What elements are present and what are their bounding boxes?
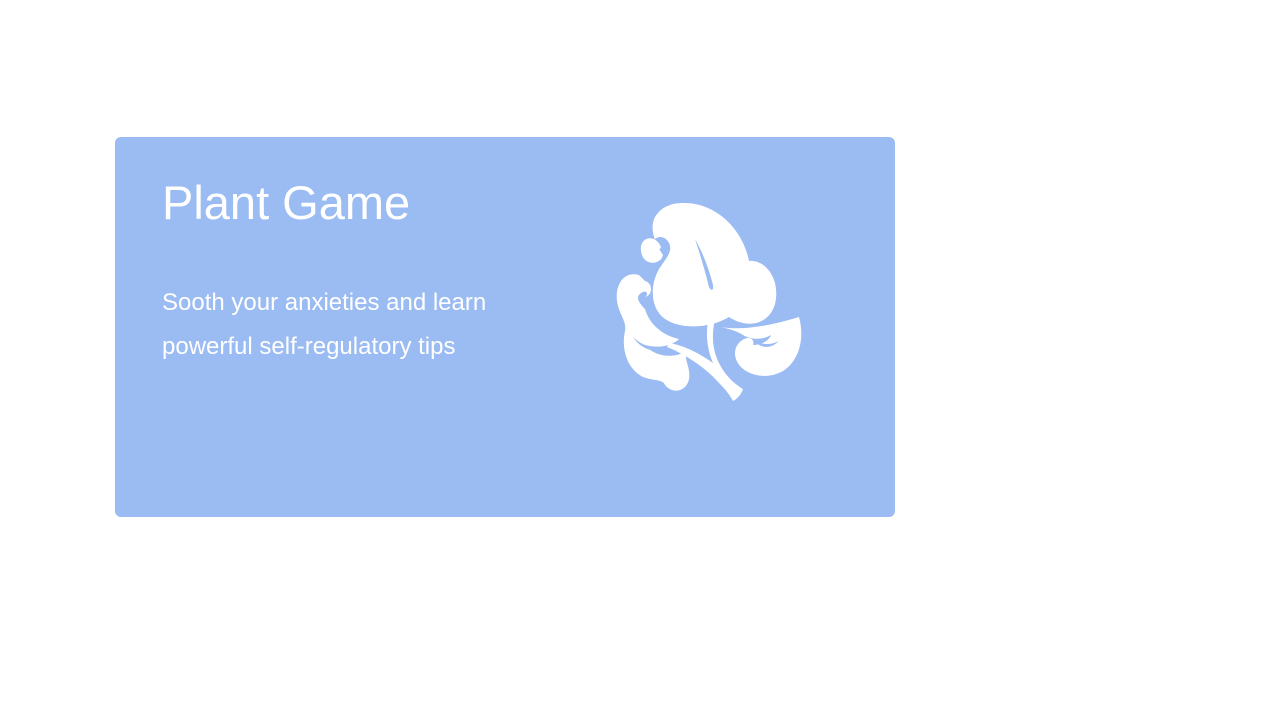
card-description: Sooth your anxieties and learn powerful … — [162, 289, 487, 360]
plant-game-card[interactable]: Plant Game Sooth your anxieties and lear… — [115, 137, 895, 517]
plant-leaves-icon — [603, 199, 813, 407]
card-title: Plant Game — [162, 176, 411, 229]
